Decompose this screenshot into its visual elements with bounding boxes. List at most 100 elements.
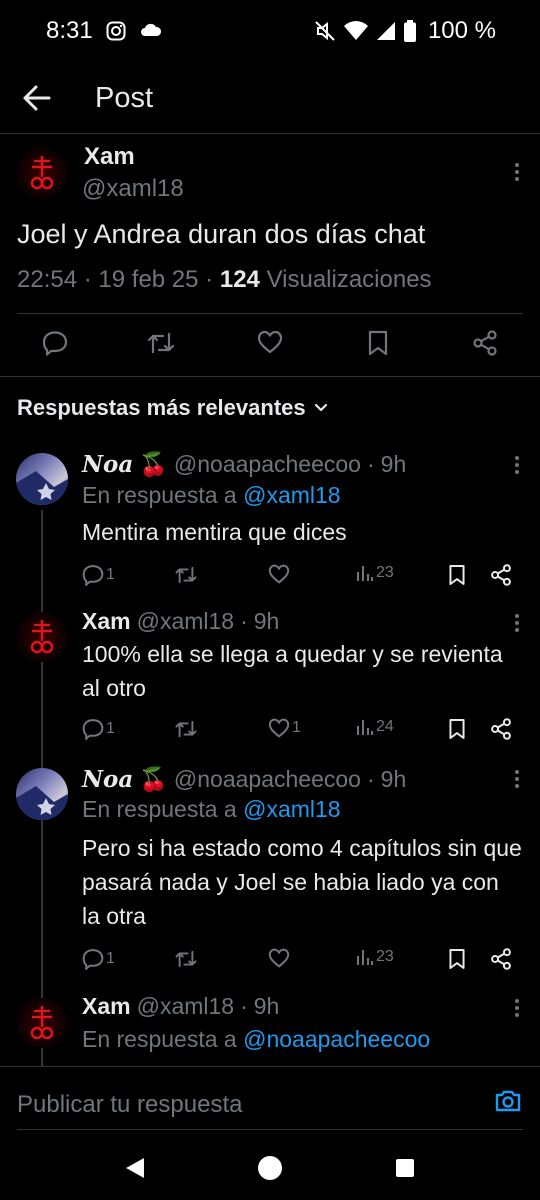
signal-icon <box>376 21 396 41</box>
like-button[interactable]: 1 <box>268 718 301 738</box>
more-options-icon[interactable] <box>514 163 520 181</box>
reply-prefix: En respuesta a <box>82 796 237 822</box>
more-options-icon[interactable] <box>514 456 520 474</box>
avatar[interactable] <box>17 612 67 662</box>
reply-prefix: En respuesta a <box>82 1026 237 1052</box>
post-author-name[interactable]: Xam <box>84 143 135 171</box>
share-icon[interactable] <box>490 718 512 740</box>
leviathan-cross-icon <box>30 156 54 190</box>
reply-to-handle[interactable]: @xaml18 <box>243 482 341 508</box>
reply-author-handle[interactable]: @noaapacheecoo <box>174 766 361 793</box>
reply-icon <box>82 949 104 970</box>
share-icon[interactable] <box>490 564 512 586</box>
reply-author-handle[interactable]: @xaml18 <box>137 993 235 1020</box>
reply-action-bar: 1 1 24 <box>82 718 522 740</box>
share-icon[interactable] <box>472 330 498 356</box>
views-button[interactable]: 24 <box>356 718 394 736</box>
post-views-count: 124 <box>219 266 260 293</box>
views-count: 23 <box>376 564 394 581</box>
reply-author-name[interactable]: Xam <box>82 608 131 635</box>
reply-text: Mentira mentira que dices <box>82 519 347 545</box>
avatar[interactable] <box>17 148 67 198</box>
reply-age: 9h <box>380 766 407 792</box>
repost-icon[interactable] <box>174 564 198 586</box>
more-options-icon[interactable] <box>514 614 520 632</box>
reply-icon[interactable] <box>42 330 68 356</box>
wifi-icon <box>343 21 368 41</box>
bookmark-icon[interactable] <box>367 330 389 356</box>
reply-icon <box>82 565 104 586</box>
input-underline <box>17 1129 523 1130</box>
more-options-icon[interactable] <box>514 770 520 788</box>
post-time: 22:54 <box>17 266 78 293</box>
post-action-bar <box>0 330 540 362</box>
nav-recents-icon[interactable] <box>396 1159 414 1177</box>
reply-count: 1 <box>106 566 115 583</box>
post-date: 19 feb 25 <box>98 266 199 293</box>
post-views-label: Visualizaciones <box>266 266 432 293</box>
reply-action-bar: 1 23 <box>82 564 522 586</box>
status-bar: 8:31 100 % <box>0 0 540 62</box>
reply-context: En respuesta a @noaapacheecoo <box>82 1026 430 1053</box>
reply-author-name[interactable]: Xam <box>82 993 131 1020</box>
divider <box>17 313 523 314</box>
nav-home-icon[interactable] <box>258 1156 282 1180</box>
like-icon[interactable] <box>268 948 290 968</box>
reply-button[interactable]: 1 <box>82 948 115 970</box>
views-button[interactable]: 23 <box>356 948 394 966</box>
reply-count: 1 <box>106 720 115 737</box>
reply-context: En respuesta a @xaml18 <box>82 796 341 823</box>
reply-to-handle[interactable]: @noaapacheecoo <box>243 1026 430 1052</box>
camera-icon[interactable] <box>494 1089 522 1113</box>
views-icon <box>357 720 373 735</box>
repost-icon[interactable] <box>174 948 198 970</box>
instagram-icon <box>106 21 126 41</box>
like-icon[interactable] <box>268 564 290 584</box>
post-meta: 22:54 · 19 feb 25 · 124 Visualizaciones <box>17 266 432 293</box>
leviathan-cross-icon <box>30 1006 54 1040</box>
repost-icon[interactable] <box>146 330 176 356</box>
reply-author-name[interactable]: Noa <box>82 451 133 478</box>
page-title: Post <box>95 82 154 114</box>
repost-icon[interactable] <box>174 718 198 740</box>
like-icon <box>268 718 290 738</box>
sort-label: Respuestas más relevantes <box>17 395 306 420</box>
post-author-handle[interactable]: @xaml18 <box>82 175 184 203</box>
reply-count: 1 <box>106 950 115 967</box>
bookmark-icon[interactable] <box>448 948 466 970</box>
compose-bar: Publicar tu respuesta <box>0 1066 540 1142</box>
battery-percent: 100 % <box>427 17 496 44</box>
reply-text: Pero si ha estado como 4 capítulos sin q… <box>82 835 522 929</box>
reply-button[interactable]: 1 <box>82 564 115 586</box>
views-button[interactable]: 23 <box>356 564 394 582</box>
views-count: 24 <box>376 718 394 735</box>
mute-icon <box>314 20 336 42</box>
views-icon <box>357 950 373 965</box>
sort-dropdown[interactable]: Respuestas más relevantes <box>17 395 328 421</box>
reply-action-bar: 1 23 <box>82 948 522 970</box>
cloud-icon <box>140 21 162 41</box>
back-arrow-icon[interactable] <box>22 84 52 112</box>
reply-text: 100% ella se llega a quedar y se revient… <box>82 641 503 701</box>
share-icon[interactable] <box>490 948 512 970</box>
views-icon <box>357 566 373 581</box>
reply-input[interactable]: Publicar tu respuesta <box>17 1091 242 1119</box>
reply-author-handle[interactable]: @xaml18 <box>137 608 235 635</box>
bookmark-icon[interactable] <box>448 564 466 586</box>
avatar[interactable] <box>17 998 67 1048</box>
leviathan-cross-icon <box>30 620 54 654</box>
reply-button[interactable]: 1 <box>82 718 115 740</box>
avatar[interactable] <box>16 768 68 820</box>
reply-author-name[interactable]: Noa <box>82 766 133 793</box>
more-options-icon[interactable] <box>514 999 520 1017</box>
nav-back-icon[interactable] <box>124 1156 146 1180</box>
reply-icon <box>82 719 104 740</box>
reply-age: 9h <box>380 451 407 477</box>
like-icon[interactable] <box>257 330 283 354</box>
chevron-down-icon <box>314 403 328 413</box>
avatar[interactable] <box>16 453 68 505</box>
reply-author-handle[interactable]: @noaapacheecoo <box>174 451 361 478</box>
reply-to-handle[interactable]: @xaml18 <box>243 796 341 822</box>
post-text: Joel y Andrea duran dos días chat <box>17 219 426 249</box>
bookmark-icon[interactable] <box>448 718 466 740</box>
